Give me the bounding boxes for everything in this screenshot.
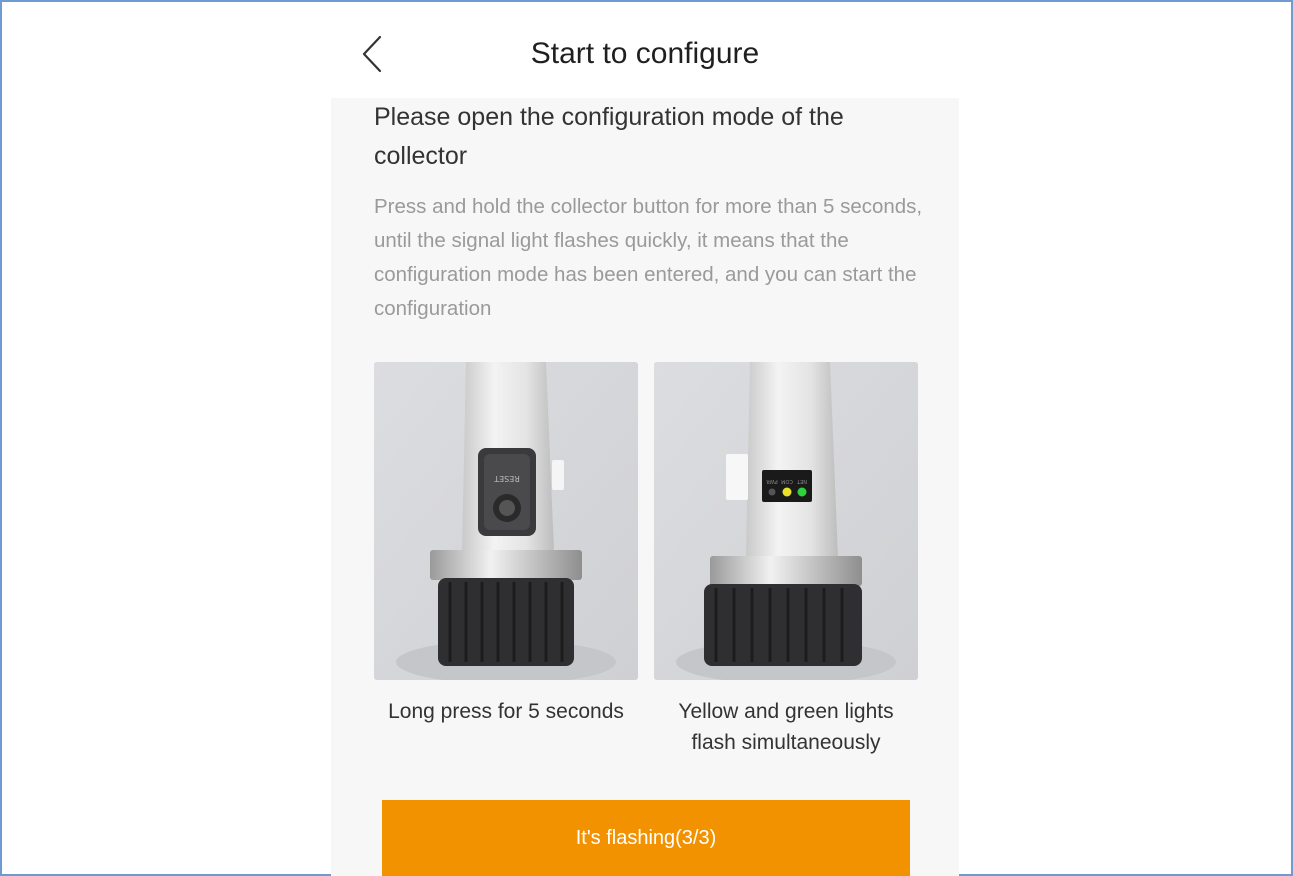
back-button[interactable]: [352, 30, 392, 78]
caption-lights-flash: Yellow and green lights flash simultaneo…: [678, 700, 894, 754]
pwr-label: PWR: [766, 478, 778, 484]
page-title: Start to configure: [530, 37, 760, 70]
reset-label: RESET: [494, 474, 520, 483]
chevron-left-icon: [362, 35, 382, 73]
main-heading: Please open the configuration mode of th…: [374, 103, 844, 170]
net-label: NET: [796, 478, 807, 484]
reset-button-photo: RESET: [374, 362, 638, 680]
its-flashing-button[interactable]: It's flashing(3/3): [382, 800, 910, 876]
content-panel: Please open the configuration mode of th…: [331, 98, 959, 876]
instructions-text: Press and hold the collector button for …: [374, 195, 923, 320]
yellow-light: [782, 487, 792, 497]
green-light: [797, 487, 807, 497]
indicator-lights-photo: PWR COM NET: [654, 362, 918, 680]
com-label: COM: [781, 478, 793, 484]
caption-long-press: Long press for 5 seconds: [388, 700, 624, 723]
